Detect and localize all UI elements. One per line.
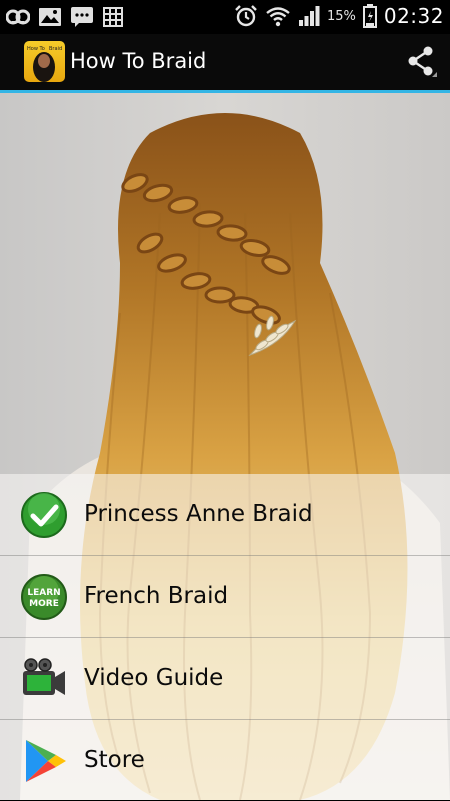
braid-menu-list: Princess Anne Braid LEARN MORE French Br… bbox=[0, 474, 450, 800]
grid-icon bbox=[103, 7, 123, 27]
menu-item-princess-anne-braid[interactable]: Princess Anne Braid bbox=[0, 474, 450, 556]
share-icon[interactable] bbox=[404, 44, 438, 78]
wifi-icon bbox=[266, 7, 290, 27]
clock-time: 02:32 bbox=[383, 4, 444, 28]
action-bar: How To Braid How To Braid bbox=[0, 34, 450, 93]
voicemail-icon bbox=[6, 9, 30, 25]
svg-text:How To: How To bbox=[27, 46, 45, 52]
menu-label: French Braid bbox=[84, 583, 229, 609]
play-store-icon bbox=[26, 740, 66, 782]
app-title: How To Braid bbox=[70, 49, 207, 73]
learn-more-icon: LEARN MORE bbox=[21, 574, 67, 620]
battery-icon bbox=[362, 4, 377, 28]
alarm-icon bbox=[235, 5, 257, 27]
svg-text:LEARN: LEARN bbox=[27, 588, 60, 598]
message-icon bbox=[71, 7, 93, 27]
status-bar: 15% 02:32 bbox=[0, 0, 450, 34]
menu-label: Video Guide bbox=[84, 665, 224, 691]
menu-label: Princess Anne Braid bbox=[84, 501, 313, 527]
signal-icon bbox=[298, 6, 320, 26]
menu-item-store[interactable]: Store bbox=[0, 720, 450, 801]
svg-text:MORE: MORE bbox=[29, 599, 59, 609]
video-camera-icon bbox=[23, 658, 65, 695]
menu-item-french-braid[interactable]: LEARN MORE French Braid bbox=[0, 556, 450, 638]
menu-label: Store bbox=[84, 747, 145, 773]
menu-item-video-guide[interactable]: Video Guide bbox=[0, 638, 450, 720]
battery-percentage: 15% bbox=[326, 8, 356, 24]
app-logo[interactable]: How To Braid bbox=[24, 41, 65, 82]
svg-text:Braid: Braid bbox=[49, 46, 62, 52]
gallery-icon bbox=[39, 8, 61, 26]
checkmark-icon bbox=[21, 492, 67, 538]
